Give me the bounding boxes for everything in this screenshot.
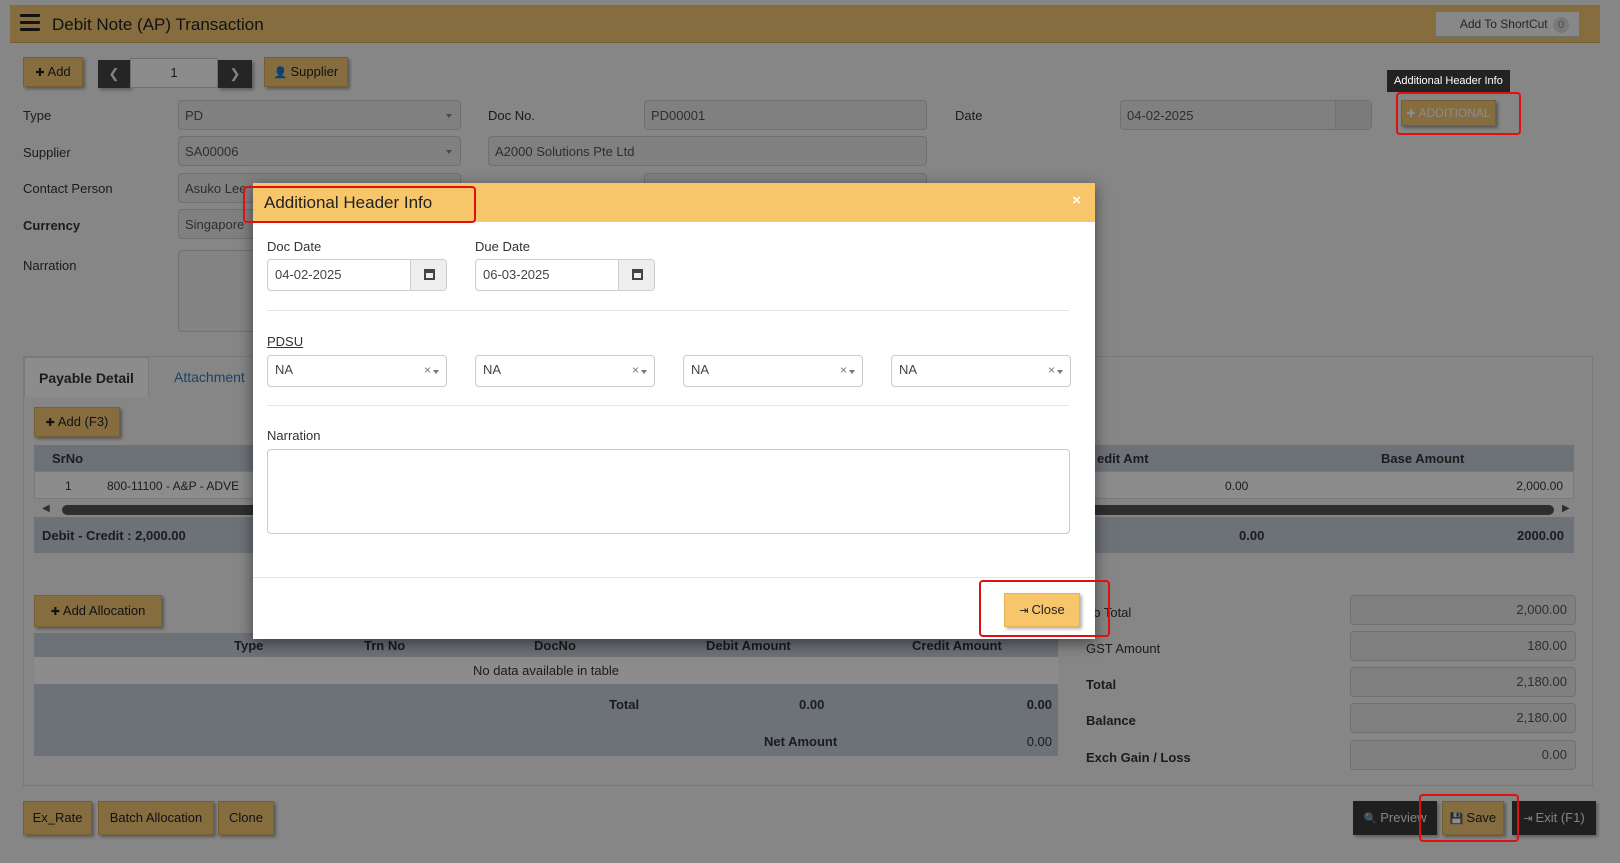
- pdsu-select-3[interactable]: NA ×: [683, 355, 863, 387]
- due-date-field[interactable]: 06-03-2025: [475, 259, 655, 291]
- clear-icon[interactable]: ×: [632, 356, 639, 384]
- calendar-icon[interactable]: [618, 260, 654, 290]
- additional-header-modal: Additional Header Info × Doc Date 04-02-…: [243, 183, 1110, 639]
- due-date-label: Due Date: [475, 239, 530, 254]
- additional-header-tooltip: Additional Header Info: [1387, 70, 1510, 92]
- pdsu-select-2[interactable]: NA ×: [475, 355, 655, 387]
- doc-date-value: 04-02-2025: [275, 267, 342, 282]
- modal-narration-textarea[interactable]: [267, 449, 1070, 534]
- highlight-additional-button: [1396, 92, 1521, 135]
- chevron-down-icon: [433, 370, 439, 374]
- pdsu-value-3: NA: [691, 362, 710, 377]
- modal-footer-divider: [253, 577, 1095, 578]
- divider: [267, 405, 1069, 406]
- doc-date-label: Doc Date: [267, 239, 322, 254]
- pdsu-value-2: NA: [483, 362, 502, 377]
- pdsu-value-4: NA: [899, 362, 918, 377]
- close-icon[interactable]: ×: [1072, 192, 1081, 209]
- calendar-icon[interactable]: [410, 260, 446, 290]
- modal-narration-label: Narration: [267, 428, 321, 443]
- pdsu-select-1[interactable]: NA ×: [267, 355, 447, 387]
- divider: [267, 310, 1069, 311]
- chevron-down-icon: [849, 370, 855, 374]
- highlight-modal-title: [243, 186, 476, 223]
- doc-date-field[interactable]: 04-02-2025: [267, 259, 447, 291]
- pdsu-label[interactable]: PDSU: [267, 334, 303, 349]
- due-date-value: 06-03-2025: [483, 267, 550, 282]
- chevron-down-icon: [641, 370, 647, 374]
- chevron-down-icon: [1057, 370, 1063, 374]
- clear-icon[interactable]: ×: [424, 356, 431, 384]
- highlight-save-button: [1419, 794, 1519, 842]
- pdsu-select-4[interactable]: NA ×: [891, 355, 1071, 387]
- pdsu-value-1: NA: [275, 362, 294, 377]
- highlight-close-button: [979, 580, 1110, 637]
- clear-icon[interactable]: ×: [1048, 356, 1055, 384]
- clear-icon[interactable]: ×: [840, 356, 847, 384]
